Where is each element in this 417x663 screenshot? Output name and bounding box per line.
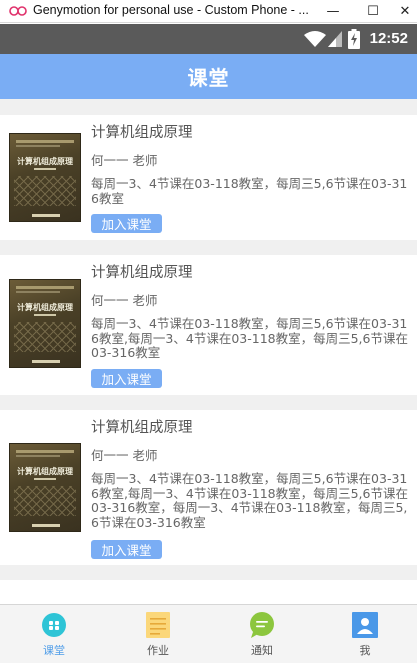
tab-homework[interactable]: 作业 — [106, 605, 210, 663]
notification-icon — [250, 612, 274, 638]
profile-icon — [352, 612, 378, 638]
signal-icon — [328, 31, 342, 47]
course-list[interactable]: 计算机组成原理 计算机组成原理 何一一 老师 每周一3、4节课在03-118教室… — [0, 99, 417, 604]
maximize-button[interactable]: ☐ — [358, 0, 388, 22]
tab-label: 作业 — [147, 644, 169, 657]
homework-icon — [146, 612, 170, 638]
course-title: 计算机组成原理 — [91, 420, 193, 436]
wifi-icon — [304, 31, 326, 47]
classroom-icon — [42, 613, 66, 637]
book-cover-image: 计算机组成原理 — [9, 443, 81, 532]
tab-label: 我 — [359, 644, 371, 657]
course-schedule: 每周一3、4节课在03-118教室，每周三5,6节课在03-316教室,每周一3… — [91, 316, 408, 360]
join-class-button[interactable]: 加入课堂 — [91, 540, 162, 559]
join-class-button[interactable]: 加入课堂 — [91, 369, 162, 388]
bottom-nav: 课堂 作业 通知 我 — [0, 604, 417, 663]
status-bar: 12:52 — [0, 24, 417, 54]
app-header: 课堂 — [0, 54, 417, 99]
tab-label: 通知 — [251, 644, 273, 657]
course-title: 计算机组成原理 — [91, 125, 193, 141]
window-title: Genymotion for personal use - Custom Pho… — [33, 3, 309, 17]
battery-charging-icon — [348, 29, 360, 49]
window-titlebar: Genymotion for personal use - Custom Pho… — [0, 0, 417, 23]
course-schedule: 每周一3、4节课在03-118教室，每周三5,6节课在03-316教室,每周一3… — [91, 471, 408, 530]
tab-notification[interactable]: 通知 — [210, 605, 314, 663]
genymotion-logo-icon — [9, 6, 27, 16]
tab-label: 课堂 — [43, 644, 65, 657]
course-teacher: 何一一 老师 — [91, 293, 158, 308]
course-card[interactable] — [0, 580, 417, 604]
course-teacher: 何一一 老师 — [91, 153, 158, 168]
course-card[interactable]: 计算机组成原理 计算机组成原理 何一一 老师 每周一3、4节课在03-118教室… — [0, 115, 417, 240]
course-title: 计算机组成原理 — [91, 265, 193, 281]
book-cover-title: 计算机组成原理 — [17, 157, 73, 166]
book-cover-image: 计算机组成原理 — [9, 133, 81, 222]
course-card[interactable]: 计算机组成原理 计算机组成原理 何一一 老师 每周一3、4节课在03-118教室… — [0, 410, 417, 565]
join-class-button[interactable]: 加入课堂 — [91, 214, 162, 233]
book-cover-title: 计算机组成原理 — [17, 303, 73, 312]
course-schedule: 每周一3、4节课在03-118教室，每周三5,6节课在03-316教室 — [91, 176, 408, 206]
book-cover-title: 计算机组成原理 — [17, 467, 73, 476]
page-title: 课堂 — [187, 66, 230, 90]
status-time: 12:52 — [369, 30, 408, 47]
course-teacher: 何一一 老师 — [91, 448, 158, 463]
course-card[interactable]: 计算机组成原理 计算机组成原理 何一一 老师 每周一3、4节课在03-118教室… — [0, 255, 417, 395]
close-button[interactable]: ✕ — [390, 0, 417, 22]
minimize-button[interactable]: — — [318, 0, 348, 22]
tab-profile[interactable]: 我 — [313, 605, 417, 663]
book-cover-image: 计算机组成原理 — [9, 279, 81, 368]
tab-classroom[interactable]: 课堂 — [2, 605, 106, 663]
